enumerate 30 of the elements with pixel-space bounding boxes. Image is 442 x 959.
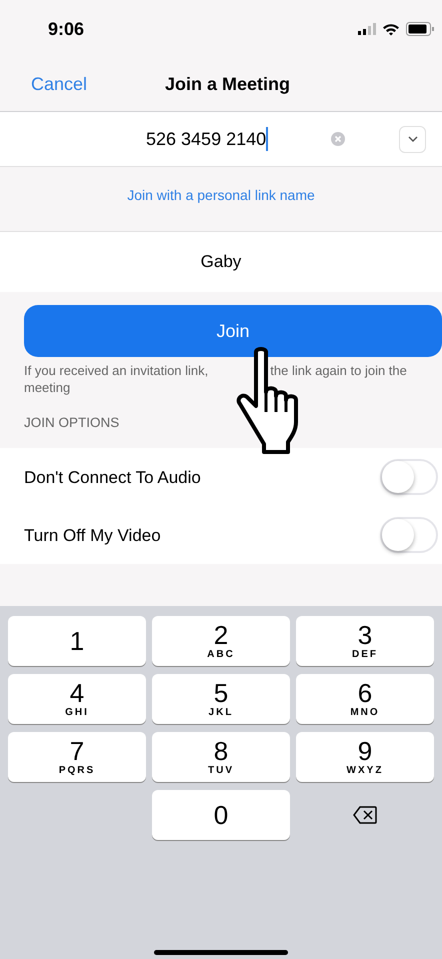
keypad-key[interactable]: 0 bbox=[152, 790, 290, 840]
wifi-icon bbox=[382, 22, 400, 36]
join-button[interactable]: Join bbox=[24, 305, 442, 357]
keypad-key[interactable]: 2 ABC bbox=[152, 616, 290, 666]
personal-link-button[interactable]: Join with a personal link name bbox=[127, 185, 315, 206]
signal-icon bbox=[358, 23, 376, 35]
keypad-key[interactable]: 7 PQRS bbox=[8, 732, 146, 782]
keypad-key[interactable]: 1 bbox=[8, 616, 146, 666]
backspace-icon bbox=[353, 806, 377, 824]
screen-title: Join a Meeting bbox=[165, 73, 290, 96]
option-label: Don't Connect To Audio bbox=[24, 466, 201, 488]
keypad-key[interactable]: 8 TUV bbox=[152, 732, 290, 782]
keypad-key[interactable]: 3 DEF bbox=[296, 616, 434, 666]
join-hint: If you received an invitation link, the link again to join the meeting bbox=[24, 362, 408, 396]
clear-icon bbox=[331, 132, 345, 146]
chevron-down-icon bbox=[408, 136, 418, 142]
meeting-id-field[interactable]: 526 3459 2140 bbox=[146, 126, 266, 152]
keypad-key[interactable]: 5 JKL bbox=[152, 674, 290, 724]
status-time: 9:06 bbox=[48, 18, 84, 40]
keypad-key[interactable]: 9 WXYZ bbox=[296, 732, 434, 782]
option-label: Turn Off My Video bbox=[24, 524, 161, 546]
name-field[interactable]: Gaby bbox=[200, 249, 242, 275]
dropdown-button[interactable] bbox=[399, 126, 426, 152]
toggle-switch[interactable] bbox=[380, 459, 438, 496]
battery-icon bbox=[406, 22, 434, 36]
cancel-button[interactable]: Cancel bbox=[31, 71, 88, 98]
keypad-key[interactable]: 4 GHI bbox=[8, 674, 146, 724]
keypad-key[interactable]: 6 MNO bbox=[296, 674, 434, 724]
section-header: JOIN OPTIONS bbox=[23, 414, 120, 432]
toggle-switch[interactable] bbox=[380, 517, 438, 554]
